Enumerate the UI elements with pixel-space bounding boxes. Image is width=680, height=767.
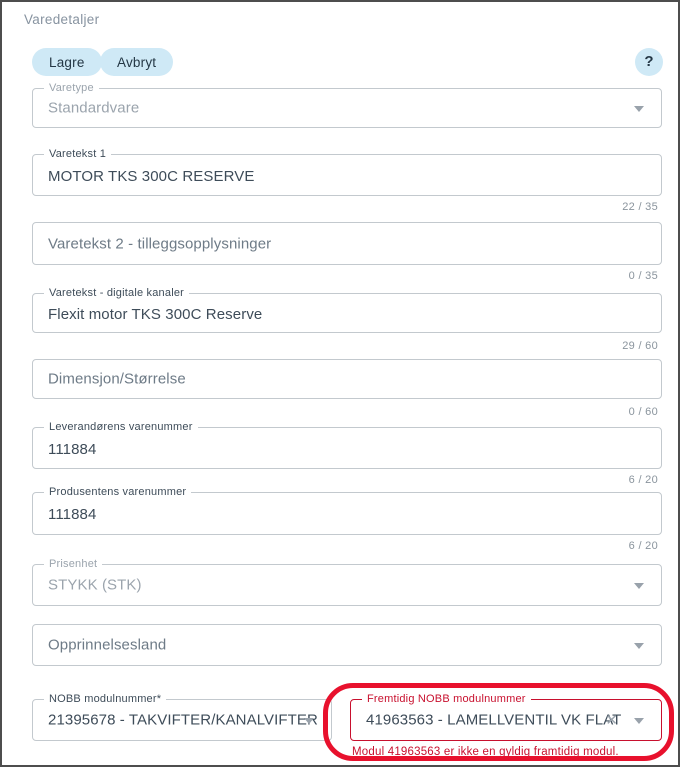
varetekst1-counter: 22 / 35 [622,201,658,213]
nobb-modulnummer-select[interactable]: NOBB modulnummer* 21395678 - TAKVIFTER/K… [32,699,332,741]
varetekst1-label: Varetekst 1 [44,148,111,160]
chevron-down-icon [634,583,644,589]
varetekst-digitale-value: Flexit motor TKS 300C Reserve [48,306,262,323]
produsentens-varenummer-value: 111884 [48,506,96,523]
save-button[interactable]: Lagre [32,48,102,76]
varetype-select[interactable]: Varetype Standardvare [32,88,662,128]
fremtidig-nobb-modulnummer-select[interactable]: Fremtidig NOBB modulnummer 41963563 - LA… [350,699,662,741]
produsentens-varenummer-counter: 6 / 20 [629,540,658,552]
produsentens-varenummer-input[interactable]: Produsentens varenummer 111884 [32,492,662,535]
varetekst-digitale-counter: 29 / 60 [622,340,658,352]
prisenhet-label: Prisenhet [44,558,102,570]
clear-icon[interactable]: ✕ [605,711,618,729]
fremtidig-nobb-error-message: Modul 41963563 er ikke en gyldig framtid… [352,746,619,758]
chevron-down-icon [634,106,644,112]
varetekst-digitale-input[interactable]: Varetekst - digitale kanaler Flexit moto… [32,293,662,333]
varetype-value: Standardvare [48,100,139,117]
cancel-button[interactable]: Avbryt [100,48,173,76]
opprinnelsesland-select[interactable]: Opprinnelsesland [32,624,662,666]
varetekst1-input[interactable]: Varetekst 1 MOTOR TKS 300C RESERVE [32,154,662,196]
fremtidig-nobb-modulnummer-value: 41963563 - LAMELLVENTIL VK FLAT [366,712,621,729]
produsentens-varenummer-label: Produsentens varenummer [44,486,191,498]
leverandorens-varenummer-value: 111884 [48,441,96,458]
dimensjon-counter: 0 / 60 [629,406,658,418]
leverandorens-varenummer-label: Leverandørens varenummer [44,421,198,433]
help-button[interactable]: ? [635,48,663,76]
varetekst2-counter: 0 / 35 [629,270,658,282]
varetekst2-placeholder: Varetekst 2 - tilleggsopplysninger [48,235,271,252]
varetekst1-value: MOTOR TKS 300C RESERVE [48,168,254,185]
nobb-modulnummer-label: NOBB modulnummer* [44,693,166,705]
opprinnelsesland-placeholder: Opprinnelsesland [48,637,166,654]
varetype-label: Varetype [44,82,99,94]
chevron-down-icon [634,718,644,724]
chevron-down-icon [634,643,644,649]
dimensjon-input[interactable]: Dimensjon/Størrelse [32,359,662,399]
prisenhet-value: STYKK (STK) [48,577,142,594]
varedetaljer-panel: Varedetaljer Lagre Avbryt ? Varetype Sta… [0,0,680,767]
varetekst-digitale-label: Varetekst - digitale kanaler [44,287,189,299]
varetekst2-input[interactable]: Varetekst 2 - tilleggsopplysninger [32,222,662,265]
prisenhet-select[interactable]: Prisenhet STYKK (STK) [32,564,662,606]
leverandorens-varenummer-input[interactable]: Leverandørens varenummer 111884 [32,427,662,469]
page-title: Varedetaljer [24,12,99,27]
fremtidig-nobb-modulnummer-label: Fremtidig NOBB modulnummer [362,693,531,705]
dimensjon-placeholder: Dimensjon/Størrelse [48,371,186,388]
chevron-down-icon [304,718,314,724]
nobb-modulnummer-value: 21395678 - TAKVIFTER/KANALVIFTER [48,712,318,729]
leverandorens-varenummer-counter: 6 / 20 [629,474,658,486]
